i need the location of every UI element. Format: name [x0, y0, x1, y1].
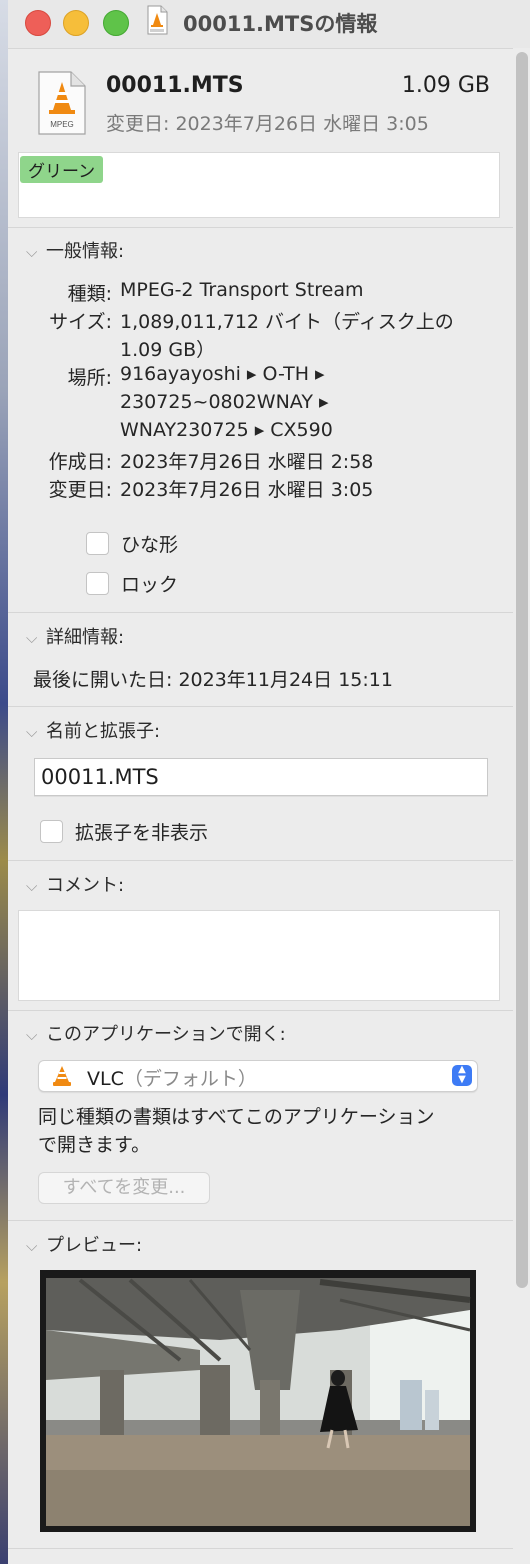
mpeg-file-icon[interactable]: MPEG — [35, 70, 89, 136]
vlc-icon — [53, 1066, 71, 1086]
size-label: サイズ: — [49, 311, 112, 333]
modified-date: 変更日: 2023年7月26日 水曜日 3:05 — [106, 113, 429, 135]
chevron-updown-icon: ▲ ▼ — [452, 1065, 472, 1086]
divider — [8, 1010, 513, 1011]
section-open-with-label: このアプリケーションで開く: — [46, 1024, 286, 1045]
chevron-down-icon: ⌵ — [26, 1237, 38, 1255]
section-preview[interactable]: ⌵ プレビュー: — [26, 1231, 142, 1257]
divider — [8, 1548, 513, 1549]
divider — [8, 1220, 513, 1221]
created-value: 2023年7月26日 水曜日 2:58 — [120, 451, 374, 473]
section-name-extension-label: 名前と拡張子: — [46, 721, 161, 742]
open-with-note-line2: で開きます。 — [38, 1134, 151, 1156]
file-size: 1.09 GB — [401, 73, 490, 98]
section-general[interactable]: ⌵ 一般情報: — [26, 237, 124, 263]
tags-field[interactable]: グリーン — [18, 152, 500, 218]
hide-extension-label: 拡張子を非表示 — [75, 822, 209, 844]
divider — [8, 860, 513, 861]
minimize-button[interactable] — [63, 10, 89, 36]
change-all-button[interactable]: すべてを変更... — [38, 1172, 210, 1204]
title-bar: 00011.MTSの情報 — [8, 0, 530, 48]
divider — [8, 48, 513, 49]
locked-checkbox[interactable] — [86, 572, 109, 595]
open-with-popup[interactable]: VLC（デフォルト） ▲ ▼ — [38, 1060, 478, 1092]
last-opened: 最後に開いた日: 2023年11月24日 15:11 — [33, 669, 393, 691]
stationery-checkbox[interactable] — [86, 532, 109, 555]
hide-extension-checkbox[interactable] — [40, 820, 63, 843]
file-name: 00011.MTS — [106, 73, 244, 98]
stationery-label: ひな形 — [121, 534, 179, 556]
open-with-app-label: VLC（デフォルト） — [87, 1064, 257, 1091]
section-comments[interactable]: ⌵ コメント: — [26, 871, 124, 897]
locked-checkbox-row[interactable]: ロック — [86, 570, 178, 597]
preview-image[interactable] — [40, 1270, 476, 1532]
app-name: VLC — [87, 1068, 124, 1090]
preview-scene — [40, 1270, 476, 1532]
section-general-label: 一般情報: — [46, 241, 125, 262]
size-value: 1,089,011,712 バイト（ディスク上の — [120, 311, 454, 333]
section-more-info-label: 詳細情報: — [46, 627, 125, 648]
comments-field[interactable] — [18, 910, 500, 1001]
section-comments-label: コメント: — [46, 875, 125, 896]
where-label: 場所: — [67, 367, 112, 389]
kind-label: 種類: — [67, 283, 112, 305]
section-more-info[interactable]: ⌵ 詳細情報: — [26, 623, 124, 649]
hide-extension-row[interactable]: 拡張子を非表示 — [40, 818, 208, 845]
zoom-button[interactable] — [103, 10, 129, 36]
tag-green[interactable]: グリーン — [20, 156, 104, 183]
scrollbar[interactable] — [516, 52, 528, 1288]
created-label: 作成日: — [48, 451, 112, 473]
chevron-down-icon: ⌵ — [26, 723, 38, 741]
get-info-window: 00011.MTSの情報 MPEG 00011.MTS 1.09 GB 変更日:… — [8, 0, 530, 1564]
chevron-down-icon: ⌵ — [26, 877, 38, 895]
chevron-down-icon: ⌵ — [26, 629, 38, 647]
open-with-note-line1: 同じ種類の書類はすべてこのアプリケーション — [38, 1106, 435, 1128]
window-title: 00011.MTSの情報 — [183, 12, 378, 36]
chevron-down-icon: ⌵ — [26, 1026, 38, 1044]
modified-label: 変更日: — [48, 479, 112, 501]
divider — [8, 706, 513, 707]
where-value: 916ayayoshi ▸ O-TH ▸ — [120, 363, 325, 385]
section-preview-label: プレビュー: — [46, 1235, 143, 1256]
app-default-note: （デフォルト） — [123, 1068, 257, 1090]
section-name-extension[interactable]: ⌵ 名前と拡張子: — [26, 717, 160, 743]
modified-value: 2023年7月26日 水曜日 3:05 — [120, 479, 374, 501]
divider — [8, 227, 513, 228]
chevron-down-icon: ⌵ — [26, 243, 38, 261]
icon-label: MPEG — [50, 120, 74, 129]
stationery-checkbox-row[interactable]: ひな形 — [86, 530, 178, 557]
name-field[interactable]: 00011.MTS — [34, 758, 488, 796]
close-button[interactable] — [25, 10, 51, 36]
where-value-line3: WNAY230725 ▸ CX590 — [120, 419, 333, 441]
divider — [8, 612, 513, 613]
locked-label: ロック — [121, 574, 179, 596]
section-open-with[interactable]: ⌵ このアプリケーションで開く: — [26, 1020, 286, 1046]
kind-value: MPEG-2 Transport Stream — [120, 279, 364, 301]
mpeg-file-icon — [147, 5, 168, 35]
size-value-line2: 1.09 GB） — [120, 339, 216, 361]
where-value-line2: 230725~0802WNAY ▸ — [120, 391, 329, 413]
